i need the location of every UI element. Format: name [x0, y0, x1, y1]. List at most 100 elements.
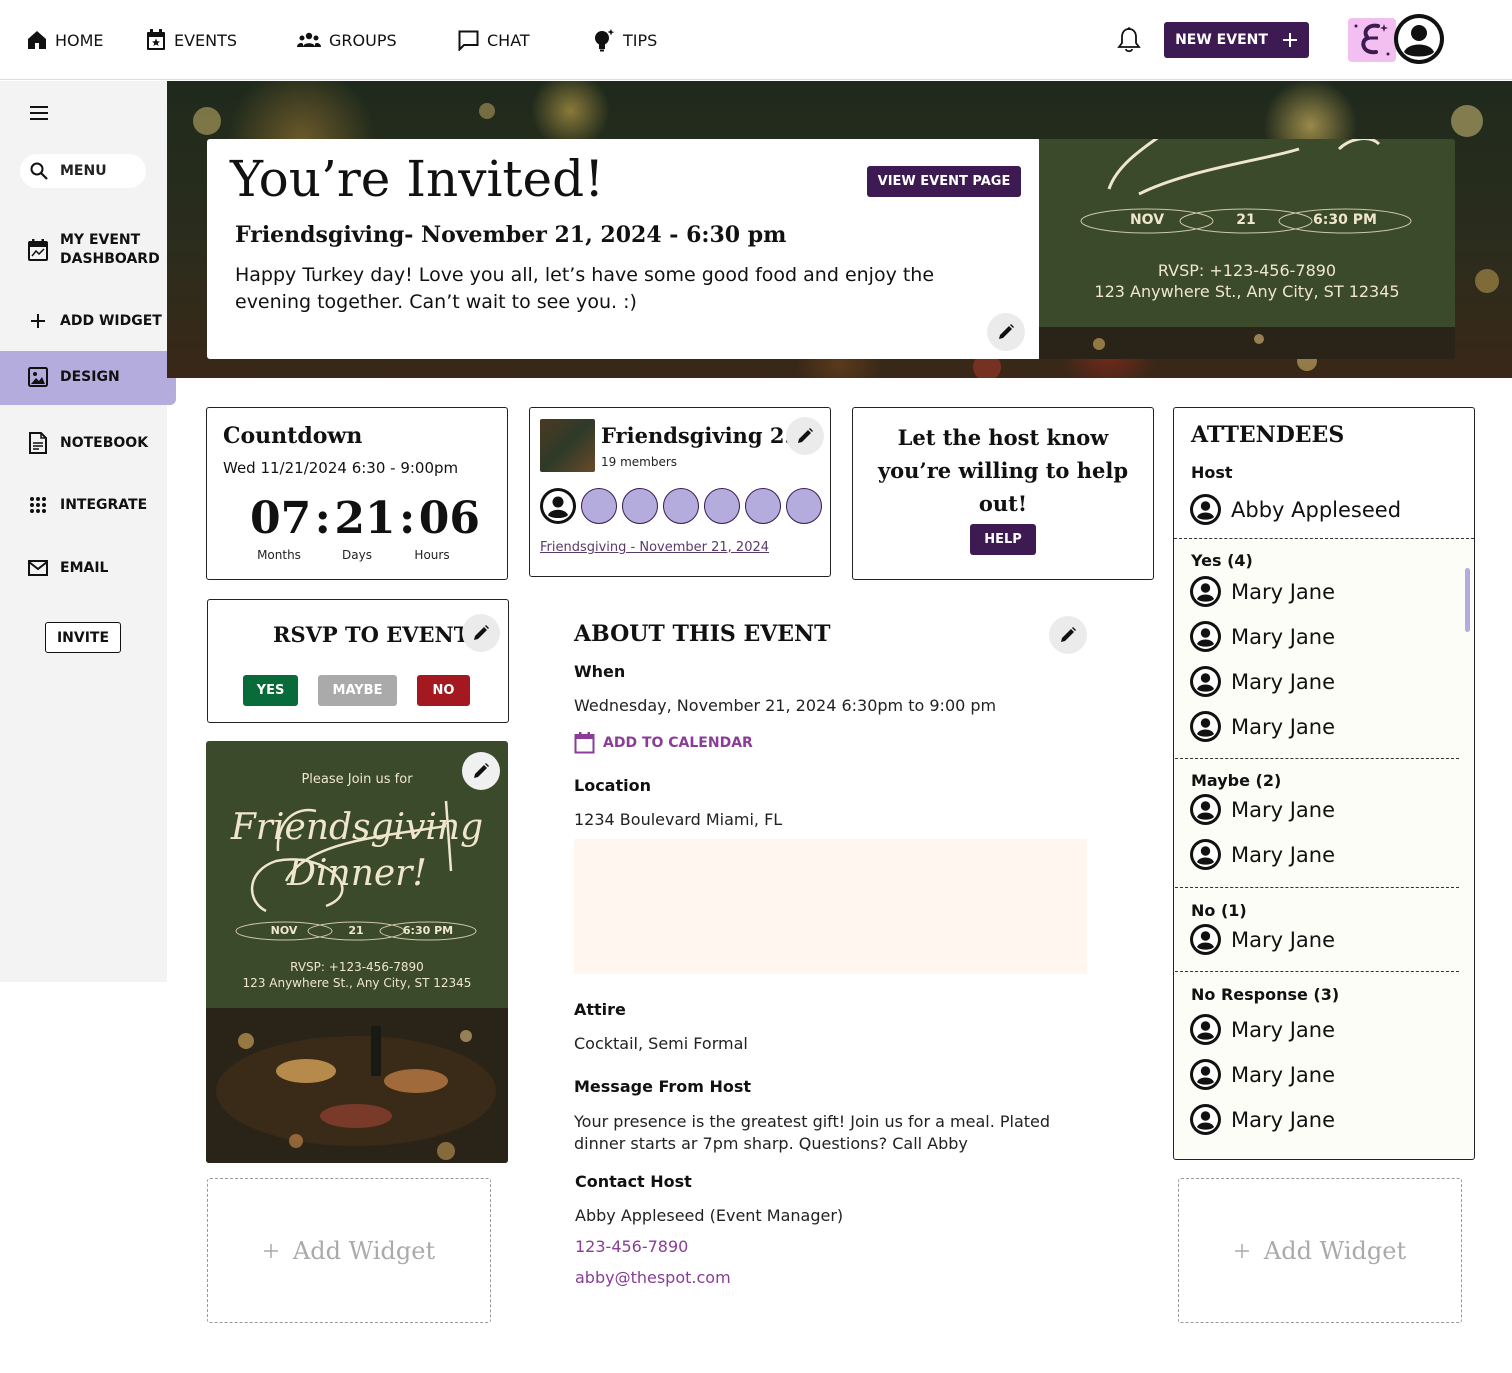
divider	[1175, 887, 1459, 888]
member-avatar[interactable]	[540, 488, 576, 524]
new-event-label: NEW EVENT	[1175, 32, 1268, 48]
countdown-sep: :	[314, 493, 331, 544]
top-nav: HOME EVENTS GROUPS CHAT TIPS NEW EVENT	[0, 0, 1512, 80]
add-widget-right[interactable]: Add Widget	[1178, 1178, 1462, 1323]
sidebar-item-notebook[interactable]: NOTEBOOK	[28, 432, 148, 454]
attendees-title: ATTENDEES	[1191, 422, 1345, 448]
nav-chat[interactable]: CHAT	[458, 28, 530, 52]
bell-icon[interactable]	[1116, 26, 1142, 54]
user-icon	[1190, 1014, 1221, 1045]
user-icon	[1190, 666, 1221, 697]
add-to-calendar-link[interactable]: ADD TO CALENDAR	[574, 731, 753, 754]
member-avatar[interactable]	[704, 488, 740, 524]
member-avatar[interactable]	[581, 488, 617, 524]
calendar-icon	[574, 731, 595, 754]
nav-tips[interactable]: TIPS	[593, 28, 657, 52]
view-event-page-button[interactable]: VIEW EVENT PAGE	[867, 166, 1021, 197]
about-contact-phone[interactable]: 123-456-7890	[575, 1237, 688, 1256]
sidebar-item-integrate[interactable]: INTEGRATE	[28, 495, 147, 515]
edit-group-button[interactable]	[786, 417, 824, 455]
rsvp-no-button[interactable]: NO	[417, 675, 470, 706]
countdown-hours-label: Hours	[414, 548, 450, 562]
notebook-icon	[28, 432, 48, 454]
about-attire-label: Attire	[574, 1000, 626, 1019]
user-avatar[interactable]	[1394, 14, 1444, 64]
nav-home-label: HOME	[55, 30, 104, 50]
menu-search-label: MENU	[60, 163, 107, 179]
attendee-name: Mary Jane	[1231, 1107, 1336, 1132]
new-event-button[interactable]: NEW EVENT	[1164, 22, 1309, 58]
rsvp-maybe-button[interactable]: MAYBE	[318, 675, 397, 706]
dashboard-icon	[28, 239, 48, 261]
help-button[interactable]: HELP	[970, 524, 1036, 555]
attendee-row: Mary Jane	[1190, 794, 1335, 825]
attendees-maybe-label: Maybe (2)	[1191, 771, 1282, 790]
user-icon	[1190, 839, 1221, 870]
sidebar-item-dashboard[interactable]: MY EVENT DASHBOARD	[28, 231, 160, 269]
user-icon	[1190, 924, 1221, 955]
nav-home[interactable]: HOME	[27, 28, 104, 52]
add-widget-left[interactable]: Add Widget	[207, 1178, 491, 1323]
plus-icon	[1282, 32, 1298, 48]
member-avatar[interactable]	[622, 488, 658, 524]
about-location-value: 1234 Boulevard Miami, FL	[574, 810, 783, 829]
nav-tips-label: TIPS	[623, 30, 658, 50]
user-icon	[1190, 621, 1221, 652]
countdown-title: Countdown	[223, 423, 363, 449]
user-icon	[1190, 1059, 1221, 1090]
hamburger-icon[interactable]	[30, 106, 48, 120]
edit-rsvp-button[interactable]	[462, 614, 500, 652]
attendee-row: Mary Jane	[1190, 839, 1335, 870]
attendee-row: Mary Jane	[1190, 621, 1335, 652]
sidebar-item-notebook-label: NOTEBOOK	[60, 435, 149, 451]
about-contact-email[interactable]: abby@thespot.com	[575, 1268, 731, 1287]
sidebar-item-add-widget[interactable]: ADD WIDGET	[28, 311, 162, 331]
sidebar-item-design-content[interactable]: DESIGN	[28, 367, 120, 387]
rsvp-yes-button[interactable]: YES	[243, 675, 298, 706]
edit-about-button[interactable]	[1049, 616, 1087, 654]
groups-icon	[297, 32, 321, 48]
rsvp-title: RSVP TO EVENT	[273, 622, 470, 647]
attendee-row: Mary Jane	[1190, 1104, 1335, 1135]
member-avatar[interactable]	[745, 488, 781, 524]
flyer-title-2: Dinner!	[287, 853, 427, 894]
attendees-host-label: Host	[1191, 463, 1233, 482]
user-icon	[1190, 576, 1221, 607]
attendee-name: Mary Jane	[1231, 714, 1336, 739]
location-map[interactable]	[574, 839, 1087, 974]
attendee-row: Mary Jane	[1190, 1059, 1335, 1090]
nav-chat-label: CHAT	[487, 30, 530, 50]
about-title: ABOUT THIS EVENT	[574, 621, 831, 647]
attendee-name: Mary Jane	[1231, 1017, 1336, 1042]
attendee-name: Abby Appleseed	[1231, 497, 1402, 522]
attendee-row: Mary Jane	[1190, 924, 1335, 955]
nav-events[interactable]: EVENTS	[146, 28, 237, 52]
hero-flyer-rsvp: RVSP: +123-456-7890	[1157, 261, 1337, 280]
attendees-scrollbar[interactable]	[1465, 568, 1470, 632]
about-attire-value: Cocktail, Semi Formal	[574, 1034, 748, 1053]
plus-icon	[1234, 1243, 1250, 1259]
group-name[interactable]: Friendsgiving 2...	[601, 423, 791, 448]
flyer-title-1: Friendsgiving	[230, 807, 484, 848]
sidebar	[0, 81, 167, 982]
member-avatar[interactable]	[663, 488, 699, 524]
pencil-icon	[997, 323, 1015, 341]
sidebar-item-dashboard-label-1: MY EVENT	[60, 232, 141, 248]
divider	[1174, 538, 1474, 539]
add-to-calendar-label: ADD TO CALENDAR	[603, 734, 753, 751]
user-icon	[1190, 794, 1221, 825]
edit-flyer-button[interactable]	[462, 752, 500, 790]
group-link[interactable]: Friendsgiving - November 21, 2024	[540, 540, 769, 555]
flyer-address: 123 Anywhere St., Any City, ST 12345	[242, 976, 472, 990]
member-avatar[interactable]	[786, 488, 822, 524]
nav-groups[interactable]: GROUPS	[297, 28, 397, 52]
menu-search[interactable]: MENU	[20, 154, 146, 188]
about-contact-name: Abby Appleseed (Event Manager)	[575, 1206, 844, 1225]
edit-invite-button[interactable]	[987, 313, 1025, 351]
sidebar-item-email[interactable]: EMAIL	[28, 559, 108, 577]
attendees-yes-label: Yes (4)	[1191, 551, 1253, 570]
hero-flyer-month: NOV	[1129, 212, 1165, 228]
grid-icon	[28, 495, 48, 515]
invite-button[interactable]: INVITE	[45, 622, 121, 653]
home-icon	[27, 30, 47, 50]
